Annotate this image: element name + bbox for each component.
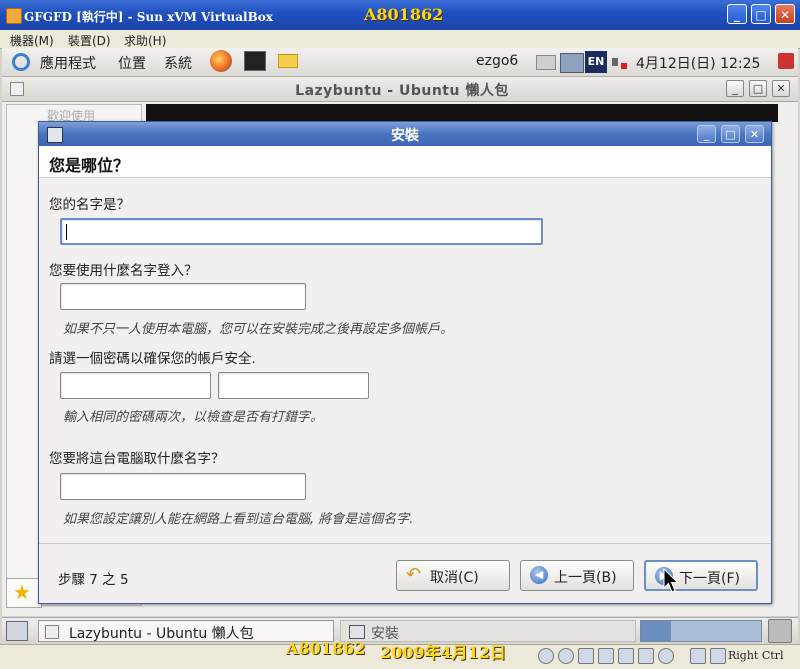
cancel-button[interactable]: ↶ 取消(C) bbox=[396, 560, 510, 591]
shared-folders-icon bbox=[638, 648, 654, 664]
network-adapter-icon bbox=[598, 648, 614, 664]
host-key-arrow-icon bbox=[710, 648, 726, 664]
name-label: 您的名字是？ bbox=[49, 197, 130, 213]
dialog-minimize-button[interactable]: _ bbox=[697, 125, 716, 143]
undo-icon: ↶ bbox=[406, 564, 422, 585]
watermark-top: A801862 bbox=[364, 5, 444, 24]
close-button[interactable]: ✕ bbox=[775, 4, 795, 24]
virtualbox-title-bar: GFGFD [執行中] - Sun xVM VirtualBox A801862… bbox=[0, 0, 800, 30]
password-input[interactable] bbox=[60, 372, 211, 399]
menu-devices[interactable]: 裝置(D) bbox=[68, 32, 111, 49]
mouse-pointer-icon bbox=[663, 568, 679, 593]
host-key-label: Right Ctrl bbox=[728, 649, 784, 662]
watermark-bottom-id: A801862 bbox=[286, 639, 366, 658]
workspace-switcher[interactable] bbox=[640, 620, 762, 642]
terminal-launcher-icon[interactable] bbox=[244, 51, 266, 71]
virtualbox-app-icon bbox=[6, 8, 22, 24]
menu-help[interactable]: 求助(H) bbox=[124, 32, 166, 49]
folder-launcher-icon[interactable] bbox=[278, 54, 298, 68]
virtualbox-menu-bar: 機器(M) 裝置(D) 求助(H) bbox=[0, 30, 800, 49]
password-confirm-input[interactable] bbox=[218, 372, 369, 399]
logout-icon[interactable] bbox=[778, 53, 794, 69]
back-arrow-icon: ◀ bbox=[530, 566, 548, 584]
lazybuntu-banner bbox=[146, 104, 778, 122]
install-dialog-title: 安裝 bbox=[391, 128, 419, 144]
lazybuntu-minimize-button[interactable]: _ bbox=[726, 80, 744, 97]
firefox-launcher-icon[interactable] bbox=[210, 50, 232, 72]
login-name-input[interactable] bbox=[60, 283, 306, 310]
hostname-hint: 如果您設定讓別人能在網路上看到這台電腦, 將會是這個名字. bbox=[63, 512, 414, 527]
install-dialog: 安裝 _ □ ✕ 您是哪位？ 您的名字是？ 您要使用什麼名字登入？ 如果不只一人… bbox=[38, 121, 772, 604]
show-desktop-icon[interactable] bbox=[6, 621, 28, 641]
virtualbox-window-title: GFGFD [執行中] - Sun xVM VirtualBox bbox=[24, 10, 273, 24]
full-name-input[interactable] bbox=[60, 218, 543, 245]
menu-applications[interactable]: 應用程式 bbox=[40, 53, 96, 73]
hostname-input[interactable] bbox=[60, 473, 306, 500]
menu-places[interactable]: 位置 bbox=[118, 53, 146, 73]
step-indicator: 步驟 7 之 5 bbox=[58, 572, 129, 588]
password-hint: 輸入相同的密碼兩次，以檢查是否有打錯字。 bbox=[63, 410, 324, 425]
dialog-maximize-button[interactable]: □ bbox=[721, 125, 740, 143]
minimize-button[interactable]: _ bbox=[727, 4, 747, 24]
login-label: 您要使用什麼名字登入？ bbox=[49, 263, 198, 279]
dialog-close-button[interactable]: ✕ bbox=[745, 125, 764, 143]
install-dialog-title-bar: 安裝 _ □ ✕ bbox=[39, 122, 771, 146]
volume-muted-icon[interactable] bbox=[612, 54, 628, 70]
password-label: 請選一個密碼以確保您的帳戶安全. bbox=[49, 351, 256, 367]
username: ezgo6 bbox=[476, 53, 519, 69]
floppy-icon bbox=[578, 648, 594, 664]
login-hint: 如果不只一人使用本電腦，您可以在安裝完成之後再設定多個帳戶。 bbox=[63, 322, 454, 337]
mouse-integration-icon bbox=[658, 648, 674, 664]
favorites-star-button[interactable]: ★ bbox=[6, 578, 42, 608]
lazybuntu-window-title: Lazybuntu - Ubuntu 懶人包 bbox=[295, 83, 509, 99]
page-heading: 您是哪位？ bbox=[49, 156, 130, 175]
maximize-button[interactable]: □ bbox=[751, 4, 771, 24]
hostname-label: 您要將這台電腦取什麼名字？ bbox=[49, 451, 225, 467]
star-icon: ★ bbox=[13, 580, 31, 604]
back-button[interactable]: ◀ 上一頁(B) bbox=[520, 560, 634, 591]
page-heading-band: 您是哪位？ bbox=[39, 146, 771, 178]
menu-machine[interactable]: 機器(M) bbox=[10, 32, 54, 49]
lazybuntu-title-bar: Lazybuntu - Ubuntu 懶人包 _ □ ✕ bbox=[2, 77, 798, 102]
watermark-bottom-date: 2009年4月12日 bbox=[380, 643, 506, 662]
lazybuntu-maximize-button[interactable]: □ bbox=[749, 80, 767, 97]
trash-icon[interactable] bbox=[768, 619, 792, 643]
text-caret bbox=[66, 224, 67, 240]
input-method-indicator[interactable]: EN bbox=[585, 51, 607, 73]
menu-system[interactable]: 系統 bbox=[164, 53, 192, 73]
gnome-top-panel: 應用程式 位置 系統 ezgo6 EN 4月12日(日) 12:25 bbox=[2, 48, 798, 77]
usb-icon bbox=[618, 648, 634, 664]
network-icon[interactable] bbox=[560, 53, 584, 73]
hard-disk-icon bbox=[538, 648, 554, 664]
virtualbox-status-bar: A801862 2009年4月12日 Right Ctrl bbox=[0, 639, 800, 669]
button-area-divider bbox=[39, 543, 771, 544]
panel-clock[interactable]: 4月12日(日) 12:25 bbox=[636, 53, 760, 73]
printer-icon[interactable] bbox=[536, 55, 556, 70]
cd-icon bbox=[558, 648, 574, 664]
clipboard-icon bbox=[690, 648, 706, 664]
next-button[interactable]: ▶ 下一頁(F) bbox=[644, 560, 758, 591]
gnome-foot-icon[interactable] bbox=[12, 53, 30, 71]
window-icon bbox=[45, 625, 59, 639]
installer-icon bbox=[349, 625, 365, 639]
lazybuntu-close-button[interactable]: ✕ bbox=[772, 80, 790, 97]
